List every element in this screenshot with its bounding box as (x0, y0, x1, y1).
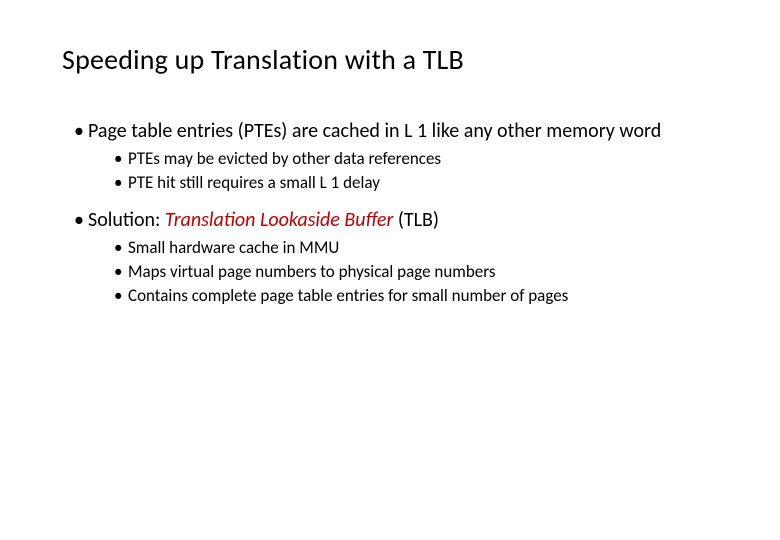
bullet-text: Page table entries (PTEs) are cached in … (88, 119, 661, 143)
slide: Speeding up Translation with a TLB Page … (0, 0, 780, 540)
bullet-solution-post: (TLB) (393, 208, 439, 232)
sub-bullet-complete-pte: Contains complete page table entries for… (114, 285, 728, 307)
sub-bullet-evicted: PTEs may be evicted by other data refere… (114, 148, 728, 170)
bullet-solution-emph: Translation Lookaside Buffer (165, 208, 393, 232)
sub-bullet-hw-cache: Small hardware cache in MMU (114, 237, 728, 259)
bullet-solution-tlb: Solution: Translation Lookaside Buffer (… (74, 208, 728, 307)
sub-bullet-list: PTEs may be evicted by other data refere… (88, 148, 728, 194)
bullet-list: Page table entries (PTEs) are cached in … (62, 119, 728, 307)
bullet-solution-pre: Solution: (88, 208, 165, 232)
sub-bullet-maps: Maps virtual page numbers to physical pa… (114, 261, 728, 283)
slide-title: Speeding up Translation with a TLB (62, 42, 728, 77)
bullet-pte-cached: Page table entries (PTEs) are cached in … (74, 119, 728, 194)
sub-bullet-l1-delay: PTE hit still requires a small L 1 delay (114, 172, 728, 194)
sub-bullet-list: Small hardware cache in MMU Maps virtual… (88, 237, 728, 307)
